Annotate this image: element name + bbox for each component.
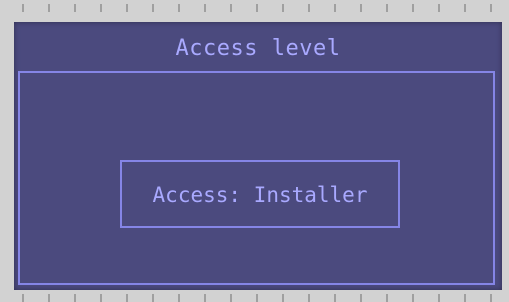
device-bezel: Access level Access: Installer <box>0 0 509 302</box>
title-bar: Access level <box>14 22 502 72</box>
content-frame: Access: Installer <box>18 71 495 285</box>
access-status-box: Access: Installer <box>120 160 400 228</box>
bezel-top-ticks <box>0 4 509 12</box>
access-status-text: Access: Installer <box>152 183 368 207</box>
dialog-title: Access level <box>175 36 341 61</box>
bezel-bottom-ticks <box>0 294 509 302</box>
display-screen: Access level Access: Installer <box>14 22 502 290</box>
